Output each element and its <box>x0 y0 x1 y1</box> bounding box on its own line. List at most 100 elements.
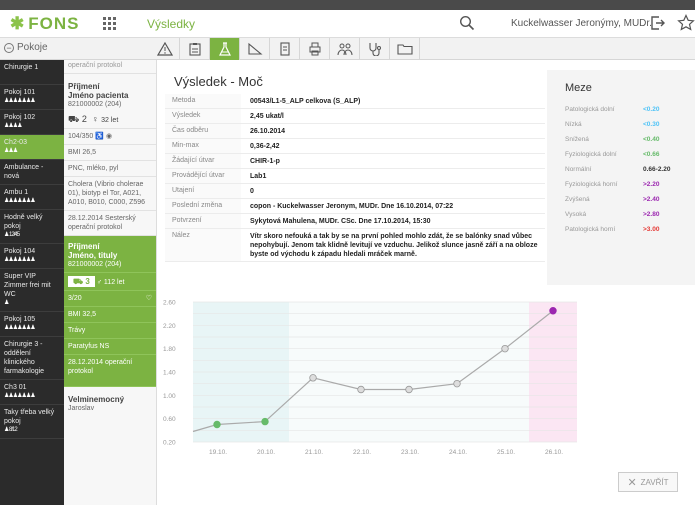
limit-label: Patologická horní <box>565 226 616 233</box>
logo[interactable]: ✱ FONS <box>10 14 79 34</box>
room-item[interactable]: Ch2-03 ♟♟♟ <box>0 135 64 160</box>
tab-warning[interactable] <box>150 38 180 60</box>
main-content: Výsledek - Moč Metoda 00543/L1-5_ALP celk… <box>157 60 695 505</box>
bed-badge: ⛟ 3 <box>68 276 95 287</box>
chart-data-point <box>501 344 509 353</box>
patient-card-1[interactable]: Příjmení Jméno pacienta 821000002 (204) … <box>64 74 156 236</box>
tab-stethoscope[interactable] <box>360 38 390 60</box>
limit-label: Snížená <box>565 136 589 143</box>
chart-ytick-label: 2.60 <box>163 300 176 307</box>
detail-label: Čas odběru <box>165 124 241 138</box>
tab-document[interactable] <box>270 38 300 60</box>
chart-ytick-label: 1.40 <box>163 370 176 377</box>
chart-data-point <box>549 307 557 315</box>
chart-xtick-label: 24.10. <box>449 449 467 456</box>
toolbar: − Pokoje <box>0 38 695 60</box>
close-button[interactable]: ✕ ZAVŘÍT <box>618 472 678 492</box>
patient-card-3[interactable]: Velminemocný Jaroslav <box>64 387 156 416</box>
room-item[interactable]: Ch3 01 ♟♟♟♟♟♟♟ <box>0 380 64 405</box>
result-title: Výsledek - Moč <box>174 74 263 89</box>
patients-column: operační protokol Příjmení Jméno pacient… <box>64 60 157 505</box>
star-favorite-icon[interactable] <box>677 14 695 32</box>
wheelchair-icon: ♿ <box>95 133 104 140</box>
top-bar: ✱ FONS Výsledky Kuckelwasser Jeronýmy, MU… <box>0 10 695 38</box>
room-item[interactable]: Chirurgie 1 <box>0 60 64 85</box>
patient-bmi: BMI 26,5 <box>64 145 156 161</box>
result-details-table: Metoda 00543/L1-5_ALP celkova (S_ALP) Výsl… <box>165 94 545 262</box>
rooms-toggle-button[interactable]: − Pokoje <box>4 42 48 53</box>
document-icon <box>279 42 290 56</box>
result-chart: 2.60 2.20 1.80 1.40 1.00 0.60 0.20 19.10. 20.10.… <box>163 300 577 456</box>
chart-xtick-label: 19.10. <box>209 449 227 456</box>
close-icon: ✕ <box>627 476 637 489</box>
detail-row: Čas odběru 26.10.2014 <box>165 124 545 139</box>
tab-people[interactable] <box>330 38 360 60</box>
search-icon[interactable] <box>459 15 475 31</box>
room-name: Hodně velký pokoj <box>4 214 43 230</box>
patient-name: Příjmení Jméno pacienta <box>68 82 129 100</box>
bed-number: 2 <box>81 114 87 124</box>
limit-label: Normální <box>565 166 592 173</box>
room-item[interactable]: Pokoj 102 ♟♟♟♟ <box>0 110 64 135</box>
room-item[interactable]: Hodně velký pokoj ♟ 12/45 <box>0 210 64 244</box>
detail-row: Utajení 0 <box>165 184 545 199</box>
room-item[interactable]: Pokoj 104 ♟♟♟♟♟♟♟ <box>0 244 64 269</box>
tab-clipboard[interactable] <box>180 38 210 60</box>
detail-row: Potvrzení Sykytová Mahulena, MUDr. CSc. D… <box>165 214 545 229</box>
patient-diagnosis: Paratyfus NS <box>64 339 156 355</box>
room-item[interactable]: Chirurgie 3 - oddělení klinického farmak… <box>0 337 64 380</box>
detail-value: 2,45 ukat/l <box>250 113 284 120</box>
detail-label: Provádějící útvar <box>165 169 241 183</box>
chart-ytick-label: 0.20 <box>163 440 176 447</box>
ruler-icon <box>247 42 263 55</box>
room-occupancy: ♟♟♟♟♟♟♟ <box>4 325 36 331</box>
limit-label: Patologická dolní <box>565 106 615 113</box>
tab-folder[interactable] <box>390 38 420 60</box>
detail-row: Metoda 00543/L1-5_ALP celkova (S_ALP) <box>165 94 545 109</box>
chart-xtick-label: 22.10. <box>353 449 371 456</box>
room-item[interactable]: Ambulance - nová <box>0 160 64 185</box>
nav-title[interactable]: Výsledky <box>147 17 195 31</box>
room-occupancy: ♟♟♟♟♟♟♟ <box>4 198 36 204</box>
room-item[interactable]: Pokoj 101 ♟♟♟♟♟♟♟ <box>0 85 64 110</box>
patient-id: 821000002 (204) <box>68 101 122 108</box>
patient-card-2[interactable]: Příjmení Jméno, tituly 821000002 (204) ⛟… <box>64 236 156 387</box>
room-name: Taky třeba velký pokoj <box>4 409 55 425</box>
patient-stats: 104/350 <box>68 133 94 140</box>
rooms-toggle-label: Pokoje <box>17 42 48 53</box>
patient-age: 112 let <box>103 279 125 286</box>
detail-row: Min-max 0,36-2,42 <box>165 139 545 154</box>
room-name: Pokoj 102 <box>4 114 36 121</box>
patient-id: 821000002 (204) <box>68 261 122 268</box>
logo-text: FONS <box>28 14 80 33</box>
room-item[interactable]: Ambu 1 ♟♟♟♟♟♟♟ <box>0 185 64 210</box>
tab-lab-results[interactable] <box>210 38 240 60</box>
chart-xtick-label: 25.10. <box>497 449 515 456</box>
eye-icon: ◉ <box>105 133 113 140</box>
detail-label: Žádající útvar <box>165 154 241 168</box>
printer-icon <box>309 42 320 56</box>
chart-xtick-label: 23.10. <box>401 449 419 456</box>
chart-data-point <box>405 385 413 394</box>
tool-tabs <box>150 38 420 60</box>
apps-grid-icon[interactable] <box>103 17 116 30</box>
room-item[interactable]: Super VIP Zimmer frei mit WC ♟ <box>0 269 64 312</box>
tab-printer[interactable] <box>300 38 330 60</box>
app-screen: ✱ FONS Výsledky Kuckelwasser Jeronýmy, MU… <box>0 10 695 505</box>
female-icon: ♀ <box>91 114 99 124</box>
limit-value: >2.40 <box>643 196 660 203</box>
detail-label: Výsledek <box>165 109 241 123</box>
logout-icon[interactable] <box>650 15 666 31</box>
patient-allergies: PNC, mléko, pyl <box>64 161 156 177</box>
chart-ytick-label: 1.80 <box>163 346 176 353</box>
limit-row: Nízká <0.30 <box>547 117 695 132</box>
patient-age: 32 let <box>101 117 119 124</box>
chart-ytick-label: 1.00 <box>163 393 176 400</box>
room-item[interactable]: Pokoj 105 ♟♟♟♟♟♟♟ <box>0 312 64 337</box>
limit-value: >3.00 <box>643 226 660 233</box>
tab-ruler[interactable] <box>240 38 270 60</box>
limit-row: Vysoká >2.80 <box>547 207 695 222</box>
limit-value: >2.80 <box>643 211 660 218</box>
room-item[interactable]: Taky třeba velký pokoj ♟ 8/12 <box>0 405 64 439</box>
user-name[interactable]: Kuckelwasser Jeronýmy, MUDr. <box>511 18 652 29</box>
